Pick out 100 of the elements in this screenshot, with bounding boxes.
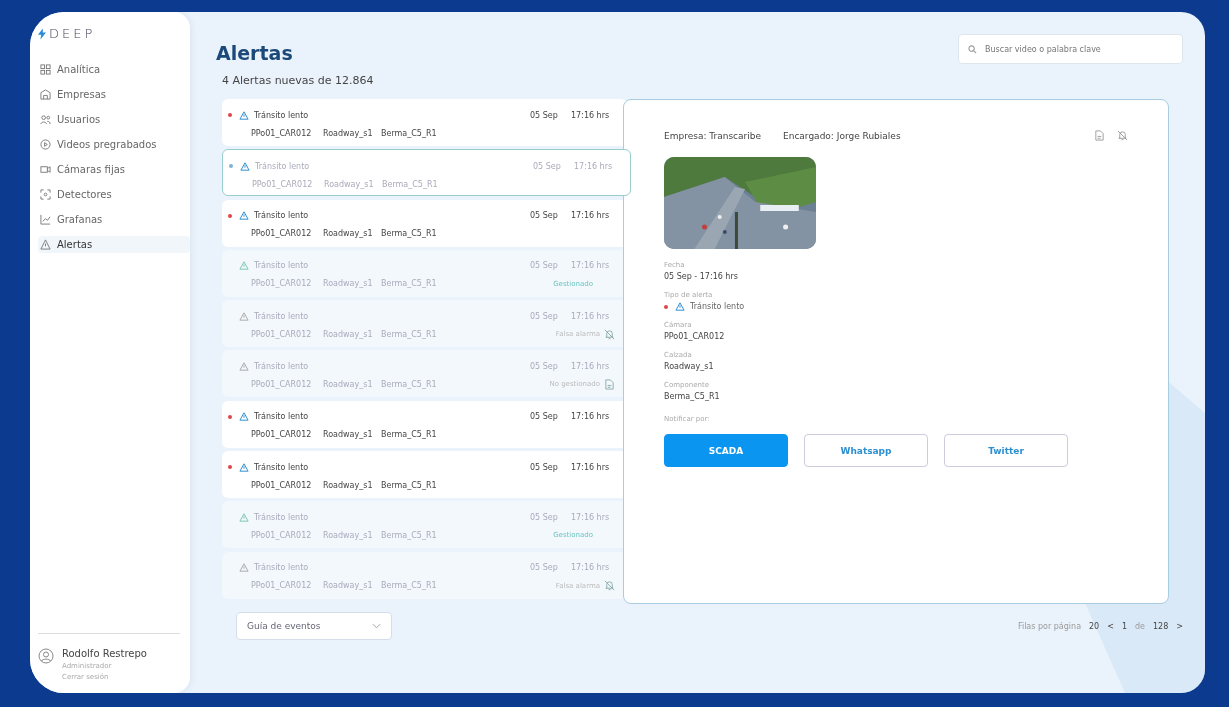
company-name: Empresa: Transcaribe — [664, 130, 761, 141]
avatar-icon — [38, 648, 54, 664]
alert-time: 17:16 hrs — [571, 512, 611, 522]
search-field[interactable]: Buscar video o palabra clave — [958, 34, 1183, 64]
status-dot — [228, 113, 232, 117]
scan-icon — [40, 189, 51, 200]
sidebar-item[interactable]: Grafanas — [38, 211, 190, 228]
status-dot — [228, 414, 232, 419]
field-value: Roadway_s1 — [664, 362, 715, 371]
bell-off-icon — [604, 328, 615, 340]
alert-row[interactable]: Tránsito lento 05 Sep 17:16 hrs PPo01_CAR012 Roadway_s1 Berma_C5_R1 — [222, 99, 627, 146]
warning-icon — [239, 462, 249, 472]
document-icon[interactable] — [1094, 130, 1105, 141]
alert-count: 4 Alertas nuevas de 12.864 — [222, 74, 374, 87]
roadway-name: Roadway_s1 — [323, 279, 374, 289]
page-of-label: de — [1135, 621, 1145, 631]
alert-date: 05 Sep — [530, 563, 559, 573]
field-value: Tránsito lento — [690, 302, 745, 311]
component-name: Berma_C5_R1 — [381, 430, 438, 440]
sidebar-item[interactable]: Detectores — [38, 186, 190, 203]
component-name: Berma_C5_R1 — [381, 581, 438, 591]
alert-time: 17:16 hrs — [571, 462, 611, 472]
alert-type: Tránsito lento — [254, 311, 310, 321]
component-name: Berma_C5_R1 — [381, 329, 438, 339]
alert-time: 17:16 hrs — [571, 362, 611, 371]
roadway-name: Roadway_s1 — [323, 530, 374, 540]
alert-time: 17:16 hrs — [571, 261, 611, 271]
warning-icon — [239, 110, 249, 120]
alert-date: 05 Sep — [530, 512, 559, 522]
roadway-name: Roadway_s1 — [323, 128, 374, 138]
sidebar-item[interactable]: Alertas — [38, 236, 190, 253]
grid-icon — [40, 64, 51, 75]
rows-per-page-label: Filas por página — [1017, 621, 1082, 631]
user-name: Rodolfo Restrepo — [62, 648, 147, 659]
alert-type: Tránsito lento — [254, 563, 310, 573]
component-name: Berma_C5_R1 — [381, 380, 438, 389]
notify-button[interactable]: Whatsapp — [804, 434, 928, 467]
alert-time: 17:16 hrs — [571, 412, 611, 422]
logo-icon — [38, 27, 46, 40]
roadway-name: Roadway_s1 — [323, 329, 374, 339]
play-icon — [40, 139, 51, 150]
warning-icon — [239, 261, 249, 271]
warning-icon — [239, 412, 249, 422]
status-dot — [228, 213, 232, 218]
camera-id: PPo01_CAR012 — [251, 279, 313, 289]
status-dot — [664, 304, 668, 309]
alert-time: 17:16 hrs — [571, 311, 611, 321]
status-dot — [228, 465, 232, 470]
camera-id: PPo01_CAR012 — [251, 530, 313, 540]
alert-date: 05 Sep — [530, 261, 559, 271]
brand-logo: DEEP — [49, 26, 96, 41]
alert-time: 17:16 hrs — [571, 563, 611, 573]
warning-icon — [40, 239, 51, 250]
field-value: PPo01_CAR012 — [664, 332, 726, 341]
field-value: Berma_C5_R1 — [664, 392, 721, 401]
page-title: Alertas — [216, 42, 294, 64]
camera-id: PPo01_CAR012 — [251, 380, 313, 389]
sidebar-item[interactable]: Empresas — [38, 86, 190, 103]
bell-off-icon — [604, 580, 615, 592]
warning-icon — [239, 362, 249, 371]
events-dropdown[interactable]: Guía de eventos — [236, 612, 392, 640]
camera-id: PPo01_CAR012 — [251, 581, 313, 591]
component-name: Berma_C5_R1 — [382, 179, 439, 189]
alert-type: Tránsito lento — [255, 161, 311, 171]
field-value: 05 Sep - 17:16 hrs — [664, 272, 739, 281]
component-name: Berma_C5_R1 — [381, 128, 438, 138]
sidebar-item[interactable]: Analítica — [38, 61, 190, 78]
rows-per-page-value[interactable]: 20 — [1089, 621, 1100, 631]
roadway-name: Roadway_s1 — [323, 380, 374, 389]
component-name: Berma_C5_R1 — [381, 229, 438, 239]
document-icon — [604, 379, 615, 390]
notify-button[interactable]: SCADA — [664, 434, 788, 467]
notify-button[interactable]: Twitter — [944, 434, 1068, 467]
warning-icon — [239, 512, 249, 522]
roadway-name: Roadway_s1 — [323, 480, 374, 490]
warning-icon — [239, 311, 249, 321]
sidebar-item[interactable]: Usuarios — [38, 111, 190, 128]
roadway-name: Roadway_s1 — [323, 430, 374, 440]
alert-time: 17:16 hrs — [574, 161, 614, 171]
sidebar-item[interactable]: Cámaras fijas — [38, 161, 190, 178]
component-name: Berma_C5_R1 — [381, 530, 438, 540]
alert-date: 05 Sep — [530, 311, 559, 321]
warning-icon — [239, 563, 249, 573]
next-page-button[interactable]: > — [1176, 621, 1183, 631]
users-icon — [40, 114, 51, 125]
previous-page-button[interactable]: < — [1107, 621, 1114, 631]
alert-time: 17:16 hrs — [571, 110, 611, 120]
camera-id: PPo01_CAR012 — [252, 179, 314, 189]
alert-type: Tránsito lento — [254, 462, 310, 472]
sidebar-item[interactable]: Videos pregrabados — [38, 136, 190, 153]
camera-id: PPo01_CAR012 — [251, 329, 313, 339]
bell-off-icon[interactable] — [1117, 130, 1128, 141]
total-pages: 128 — [1153, 621, 1169, 631]
chevron-down-icon — [372, 623, 381, 629]
alert-date: 05 Sep — [530, 362, 559, 371]
alert-date: 05 Sep — [533, 161, 562, 171]
warning-icon — [239, 211, 249, 221]
status-dot — [229, 164, 233, 169]
warning-icon — [240, 161, 250, 171]
current-page: 1 — [1121, 621, 1127, 631]
